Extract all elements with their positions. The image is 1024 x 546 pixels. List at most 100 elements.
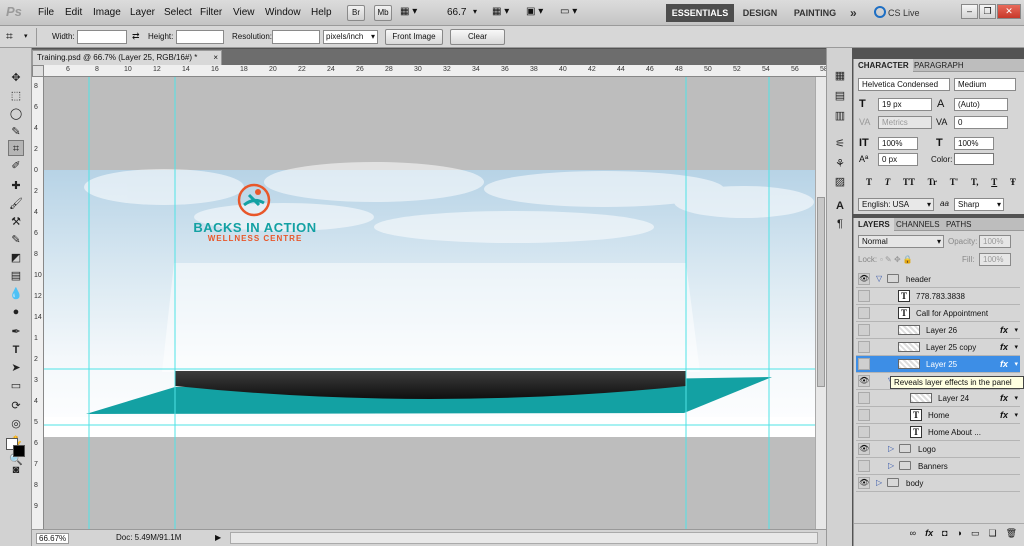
eyedropper-tool-icon[interactable]: ✐ <box>8 158 24 174</box>
vertical-ruler[interactable]: 8 6 4 2 0 2 4 6 8 10 12 14 1 2 3 4 5 6 7 8 9 <box>32 77 44 529</box>
vertical-scale-field[interactable]: 100% <box>878 137 918 150</box>
crop-tool-icon[interactable]: ⌗ <box>6 29 13 44</box>
baseline-shift-field[interactable]: 0 px <box>878 153 918 166</box>
visibility-eye-icon[interactable] <box>858 426 870 438</box>
tab-character[interactable]: CHARACTER <box>854 59 913 72</box>
layer-effects-icon[interactable]: fx <box>1000 342 1008 352</box>
layer-effects-icon[interactable]: fx <box>1000 359 1008 369</box>
collapsed-triangle-icon[interactable]: ▷ <box>876 478 882 487</box>
text-color-swatch[interactable] <box>954 153 994 165</box>
all-caps-button[interactable]: TT <box>903 177 915 187</box>
visibility-eye-icon[interactable]: 👁 <box>858 375 870 387</box>
tool-preset-arrow-icon[interactable]: ▾ <box>24 32 28 40</box>
restore-button[interactable]: ❐ <box>979 4 996 19</box>
expand-effects-arrow-icon[interactable]: ▾ <box>1014 343 1018 351</box>
underline-button[interactable]: T <box>991 177 997 187</box>
status-menu-arrow-icon[interactable]: ▶ <box>215 533 221 542</box>
tab-channels[interactable]: CHANNELS <box>892 218 944 231</box>
arrange-documents-icon[interactable]: ▣ ▾ <box>526 6 543 17</box>
gradient-tool-icon[interactable]: ▤ <box>8 268 24 284</box>
layer-row[interactable]: Layer 25 fx ▾ <box>856 356 1020 373</box>
spot-healing-tool-icon[interactable]: ✚ <box>8 178 24 194</box>
leading-field[interactable]: (Auto) <box>954 98 1008 111</box>
zoom-dropdown-arrow-icon[interactable]: ▾ <box>473 7 477 16</box>
menu-image[interactable]: Image <box>93 7 121 18</box>
menu-edit[interactable]: Edit <box>65 7 82 18</box>
kerning-field[interactable]: Metrics <box>878 116 932 129</box>
bridge-button[interactable]: Br <box>347 5 365 21</box>
adjustment-layer-icon[interactable]: ◑ <box>957 528 962 543</box>
menu-help[interactable]: Help <box>311 7 332 18</box>
visibility-eye-icon[interactable] <box>858 324 870 336</box>
layer-row[interactable]: T 778.783.3838 <box>856 288 1020 305</box>
link-layers-icon[interactable]: ∞ <box>910 528 916 543</box>
cs-live-button[interactable]: CS Live <box>888 4 920 22</box>
layer-effects-icon[interactable]: fx <box>1000 393 1008 403</box>
expanded-triangle-icon[interactable]: ▽ <box>876 274 882 283</box>
layer-effects-icon[interactable]: fx <box>1000 410 1008 420</box>
blend-mode-select[interactable]: Normal ▾ <box>858 235 944 248</box>
horizontal-scale-field[interactable]: 100% <box>954 137 994 150</box>
tab-layers[interactable]: LAYERS <box>854 218 894 231</box>
layer-row[interactable]: T Call for Appointment <box>856 305 1020 322</box>
subscript-button[interactable]: T, <box>971 177 979 187</box>
history-panel-icon[interactable]: ▦ <box>832 68 848 84</box>
tab-paths[interactable]: PATHS <box>942 218 975 231</box>
visibility-eye-icon[interactable] <box>858 341 870 353</box>
crop-tool-icon[interactable]: ⌗ <box>8 140 24 156</box>
horizontal-ruler[interactable]: 6 8 10 12 14 16 18 20 22 24 26 28 30 32 34 36 38 40 42 44 46… <box>44 65 828 77</box>
quick-mask-icon[interactable]: ◙ <box>8 462 24 478</box>
menu-file[interactable]: File <box>38 7 54 18</box>
lock-icons[interactable]: ▫ ✎ ✥ 🔒 <box>880 255 913 264</box>
layer-row[interactable]: ▷ Banners <box>856 458 1020 475</box>
hand-zoom-icon[interactable]: ▦ ▾ <box>400 6 430 20</box>
view-extras-icon[interactable]: ▦ ▾ <box>492 6 509 17</box>
visibility-eye-icon[interactable] <box>858 392 870 404</box>
brush-presets-icon[interactable]: ⚟ <box>832 136 848 152</box>
lasso-tool-icon[interactable]: ◯ <box>8 106 24 122</box>
resolution-units-select[interactable]: pixels/inch ▾ <box>323 30 378 44</box>
layer-row[interactable]: 👁 ▽ header <box>856 271 1020 288</box>
workspace-painting[interactable]: PAINTING <box>790 4 840 22</box>
width-field[interactable] <box>77 30 127 44</box>
history-brush-tool-icon[interactable]: ✎ <box>8 232 24 248</box>
more-workspaces-button[interactable]: » <box>850 4 857 22</box>
tab-paragraph[interactable]: PARAGRAPH <box>910 59 968 72</box>
ruler-origin[interactable] <box>32 65 44 77</box>
font-family-select[interactable]: Helvetica Condensed <box>858 78 950 91</box>
expand-effects-arrow-icon[interactable]: ▾ <box>1014 360 1018 368</box>
faux-bold-button[interactable]: T <box>866 177 872 187</box>
paragraph-panel-icon[interactable]: ¶ <box>832 216 848 232</box>
collapsed-triangle-icon[interactable]: ▷ <box>888 461 894 470</box>
add-mask-icon[interactable]: ◘ <box>942 528 947 543</box>
menu-view[interactable]: View <box>233 7 255 18</box>
clone-stamp-tool-icon[interactable]: ⚒ <box>8 214 24 230</box>
visibility-eye-icon[interactable] <box>858 358 870 370</box>
add-layer-style-icon[interactable]: fx <box>925 528 933 543</box>
resolution-field[interactable] <box>272 30 320 44</box>
layer-row[interactable]: 👁 ▷ body <box>856 475 1020 492</box>
collapsed-triangle-icon[interactable]: ▷ <box>888 444 894 453</box>
background-color-swatch[interactable] <box>13 445 25 457</box>
visibility-eye-icon[interactable]: 👁 <box>858 477 870 489</box>
menu-select[interactable]: Select <box>164 7 192 18</box>
actions-panel-icon[interactable]: ▤ <box>832 88 848 104</box>
marquee-tool-icon[interactable]: ⬚ <box>8 88 24 104</box>
faux-italic-button[interactable]: T <box>885 177 891 187</box>
layer-row[interactable]: T Home fx ▾ <box>856 407 1020 424</box>
fill-field[interactable]: 100% <box>979 253 1011 266</box>
delete-layer-icon[interactable]: 🗑 <box>1006 528 1017 543</box>
scroll-thumb[interactable] <box>817 197 825 387</box>
small-caps-button[interactable]: Tr <box>928 177 937 187</box>
visibility-eye-icon[interactable] <box>858 307 870 319</box>
zoom-status-field[interactable]: 66.67% <box>36 533 70 544</box>
menu-window[interactable]: Window <box>265 7 301 18</box>
height-field[interactable] <box>176 30 224 44</box>
info-panel-icon[interactable]: ▥ <box>832 108 848 124</box>
3d-rotate-tool-icon[interactable]: ⟳ <box>8 398 24 414</box>
zoom-level-dropdown[interactable]: 66.7 <box>447 7 466 18</box>
close-button[interactable]: ✕ <box>997 4 1021 19</box>
layer-effects-icon[interactable]: fx <box>1000 325 1008 335</box>
clear-button[interactable]: Clear <box>450 29 505 45</box>
eraser-tool-icon[interactable]: ◩ <box>8 250 24 266</box>
